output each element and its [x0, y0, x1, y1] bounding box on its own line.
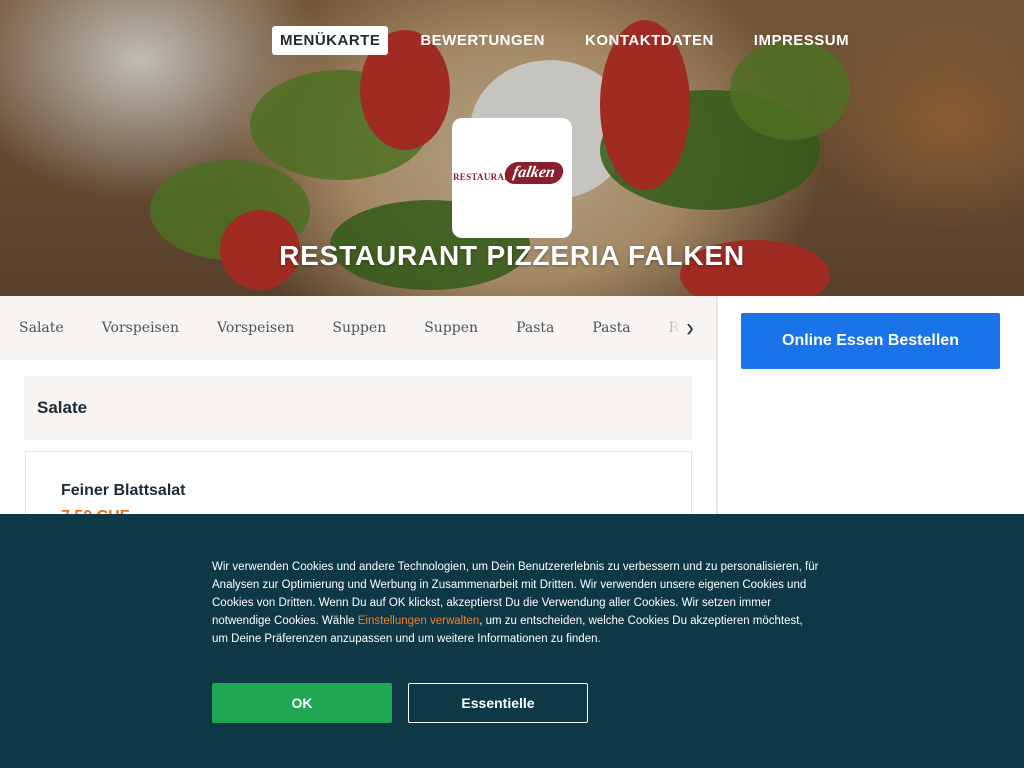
cookie-text: Wir verwenden Cookies und andere Technol…: [212, 558, 820, 648]
category-tab-salate[interactable]: Salate: [19, 320, 64, 336]
nav-item-bewertungen[interactable]: BEWERTUNGEN: [412, 26, 553, 55]
cookie-banner: Wir verwenden Cookies und andere Technol…: [0, 514, 1024, 768]
essential-cookies-button[interactable]: Essentielle: [408, 683, 588, 723]
category-tab-suppen-2[interactable]: Suppen: [424, 320, 478, 336]
category-tab-vorspeisen-2[interactable]: Vorspeisen: [217, 320, 294, 336]
section-title: Salate: [24, 376, 692, 440]
category-tab-vorspeisen[interactable]: Vorspeisen: [102, 320, 179, 336]
category-scroll-button[interactable]: ›: [656, 296, 716, 360]
category-tab-pasta-2[interactable]: Pasta: [592, 320, 630, 336]
chevron-right-icon: ›: [686, 312, 694, 343]
nav-item-menukarte[interactable]: MENÜKARTE: [272, 26, 389, 55]
accept-cookies-button[interactable]: OK: [212, 683, 392, 723]
nav-item-impressum[interactable]: IMPRESSUM: [746, 26, 857, 55]
restaurant-logo: RESTAURANT falken: [452, 118, 572, 238]
category-tab-pasta[interactable]: Pasta: [516, 320, 554, 336]
restaurant-title: RESTAURANT PIZZERIA FALKEN: [279, 240, 745, 271]
category-bar: Salate Vorspeisen Vorspeisen Suppen Supp…: [0, 296, 716, 360]
category-tab-suppen[interactable]: Suppen: [332, 320, 386, 336]
order-online-button[interactable]: Online Essen Bestellen: [741, 313, 1000, 369]
top-navigation: MENÜKARTE BEWERTUNGEN KONTAKTDATEN IMPRE…: [272, 26, 857, 55]
dish-name: Feiner Blattsalat: [61, 482, 186, 499]
manage-settings-link[interactable]: Einstellungen verwalten: [358, 615, 479, 627]
hero-banner: MENÜKARTE BEWERTUNGEN KONTAKTDATEN IMPRE…: [0, 0, 1024, 296]
nav-item-kontaktdaten[interactable]: KONTAKTDATEN: [577, 26, 722, 55]
logo-text-big: falken: [503, 162, 565, 184]
